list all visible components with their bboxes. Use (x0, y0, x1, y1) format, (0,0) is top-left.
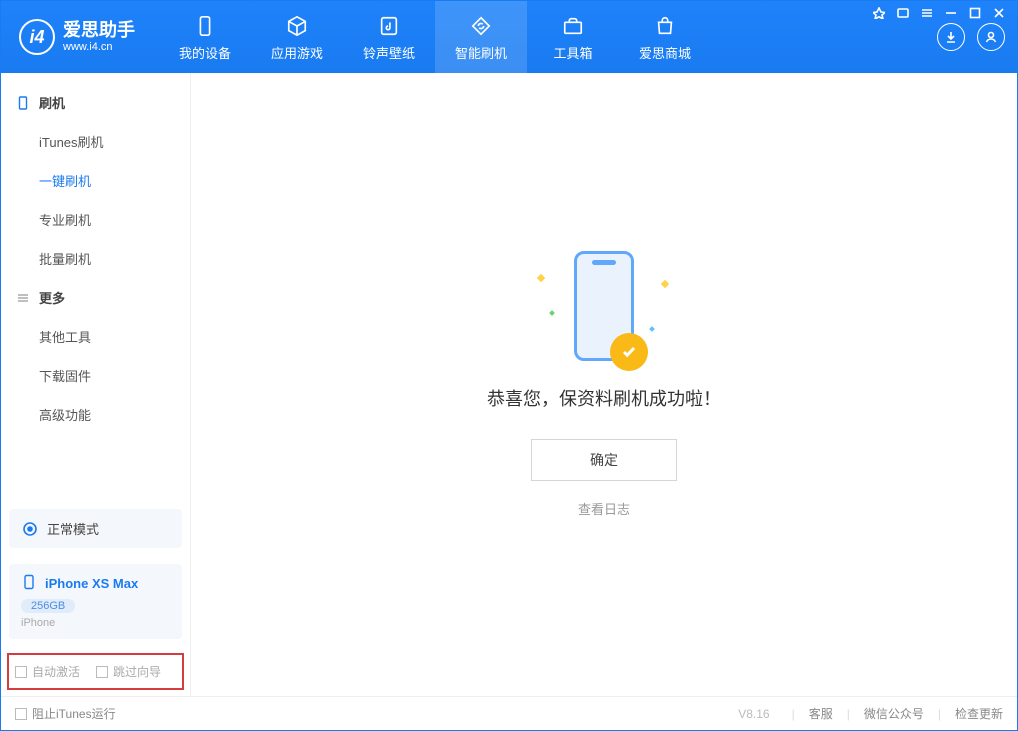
checkbox-icon (96, 666, 108, 678)
device-icon (21, 574, 37, 593)
cube-icon (284, 13, 310, 39)
bag-icon (652, 13, 678, 39)
app-logo: i4 爱思助手 www.i4.cn (19, 19, 135, 55)
tab-toolbox-label: 工具箱 (553, 43, 592, 62)
tab-store[interactable]: 爱思商城 (619, 1, 711, 73)
sidebar-section-more-label: 更多 (39, 288, 65, 307)
tab-apps-games-label: 应用游戏 (271, 43, 323, 62)
footer-links: V8.16 | 客服 | 微信公众号 | 检查更新 (738, 705, 1003, 722)
success-check-icon (610, 333, 648, 371)
sidebar-section-flash: 刷机 (1, 83, 190, 122)
skin-icon[interactable] (896, 6, 910, 20)
app-title: 爱思助手 (63, 21, 135, 41)
success-illustration (574, 251, 634, 361)
app-url: www.i4.cn (63, 41, 135, 53)
tab-smart-flash[interactable]: 智能刷机 (435, 1, 527, 73)
list-icon (15, 290, 31, 306)
tab-apps-games[interactable]: 应用游戏 (251, 1, 343, 73)
device-icon (192, 13, 218, 39)
maximize-icon[interactable] (968, 6, 982, 20)
music-icon (376, 13, 402, 39)
device-product: iPhone (21, 617, 170, 629)
ok-button[interactable]: 确定 (531, 439, 677, 481)
mode-card[interactable]: 正常模式 (9, 509, 182, 548)
tab-smart-flash-label: 智能刷机 (455, 43, 507, 62)
tab-store-label: 爱思商城 (639, 43, 691, 62)
sidebar-item-download-firmware[interactable]: 下载固件 (1, 356, 190, 395)
feedback-icon[interactable] (872, 6, 886, 20)
toolbox-icon (560, 13, 586, 39)
sidebar-item-oneclick-flash[interactable]: 一键刷机 (1, 161, 190, 200)
topbar: i4 爱思助手 www.i4.cn 我的设备 应用游戏 铃声壁纸 智能刷机 工具… (1, 1, 1017, 73)
footer-link-update[interactable]: 检查更新 (955, 705, 1003, 722)
topbar-right (937, 23, 1005, 51)
close-icon[interactable] (992, 6, 1006, 20)
version-label: V8.16 (738, 707, 769, 721)
sidebar: 刷机 iTunes刷机 一键刷机 专业刷机 批量刷机 更多 其他工具 下载固件 … (1, 73, 191, 696)
checkbox-auto-activate[interactable]: 自动激活 (15, 663, 80, 680)
sidebar-item-pro-flash[interactable]: 专业刷机 (1, 200, 190, 239)
nav-tabs: 我的设备 应用游戏 铃声壁纸 智能刷机 工具箱 爱思商城 (159, 1, 711, 73)
checkbox-skip-guide-label: 跳过向导 (113, 663, 161, 680)
footer-link-wechat[interactable]: 微信公众号 (864, 705, 924, 722)
checkbox-icon (15, 708, 27, 720)
menu-icon[interactable] (920, 6, 934, 20)
tab-my-device[interactable]: 我的设备 (159, 1, 251, 73)
checkbox-icon (15, 666, 27, 678)
tab-my-device-label: 我的设备 (179, 43, 231, 62)
tab-toolbox[interactable]: 工具箱 (527, 1, 619, 73)
minimize-icon[interactable] (944, 6, 958, 20)
body: 刷机 iTunes刷机 一键刷机 专业刷机 批量刷机 更多 其他工具 下载固件 … (1, 73, 1017, 696)
window-system-buttons (872, 6, 1006, 20)
sidebar-section-flash-label: 刷机 (39, 93, 65, 112)
tab-ringtones-label: 铃声壁纸 (363, 43, 415, 62)
success-message: 恭喜您，保资料刷机成功啦！ (487, 385, 721, 411)
sidebar-item-batch-flash[interactable]: 批量刷机 (1, 239, 190, 278)
view-log-link[interactable]: 查看日志 (578, 499, 630, 518)
user-button[interactable] (977, 23, 1005, 51)
checkbox-auto-activate-label: 自动激活 (32, 663, 80, 680)
footer: 阻止iTunes运行 V8.16 | 客服 | 微信公众号 | 检查更新 (1, 696, 1017, 730)
device-card[interactable]: iPhone XS Max 256GB iPhone (9, 564, 182, 639)
checkbox-skip-guide[interactable]: 跳过向导 (96, 663, 161, 680)
download-button[interactable] (937, 23, 965, 51)
sidebar-item-advanced[interactable]: 高级功能 (1, 395, 190, 434)
checkbox-block-itunes-label: 阻止iTunes运行 (32, 705, 116, 722)
mode-label: 正常模式 (47, 519, 99, 538)
tab-ringtones-wallpapers[interactable]: 铃声壁纸 (343, 1, 435, 73)
main-panel: 恭喜您，保资料刷机成功啦！ 确定 查看日志 (191, 73, 1017, 696)
footer-link-support[interactable]: 客服 (809, 705, 833, 722)
checkbox-block-itunes[interactable]: 阻止iTunes运行 (15, 705, 116, 722)
logo-icon: i4 (19, 19, 55, 55)
sidebar-section-more: 更多 (1, 278, 190, 317)
mode-icon (21, 520, 39, 538)
device-capacity: 256GB (21, 599, 75, 613)
bottom-options-highlight: 自动激活 跳过向导 (7, 653, 184, 690)
sidebar-item-itunes-flash[interactable]: iTunes刷机 (1, 122, 190, 161)
sidebar-item-other-tools[interactable]: 其他工具 (1, 317, 190, 356)
device-name: iPhone XS Max (45, 576, 138, 591)
phone-icon (15, 95, 31, 111)
refresh-icon (468, 13, 494, 39)
